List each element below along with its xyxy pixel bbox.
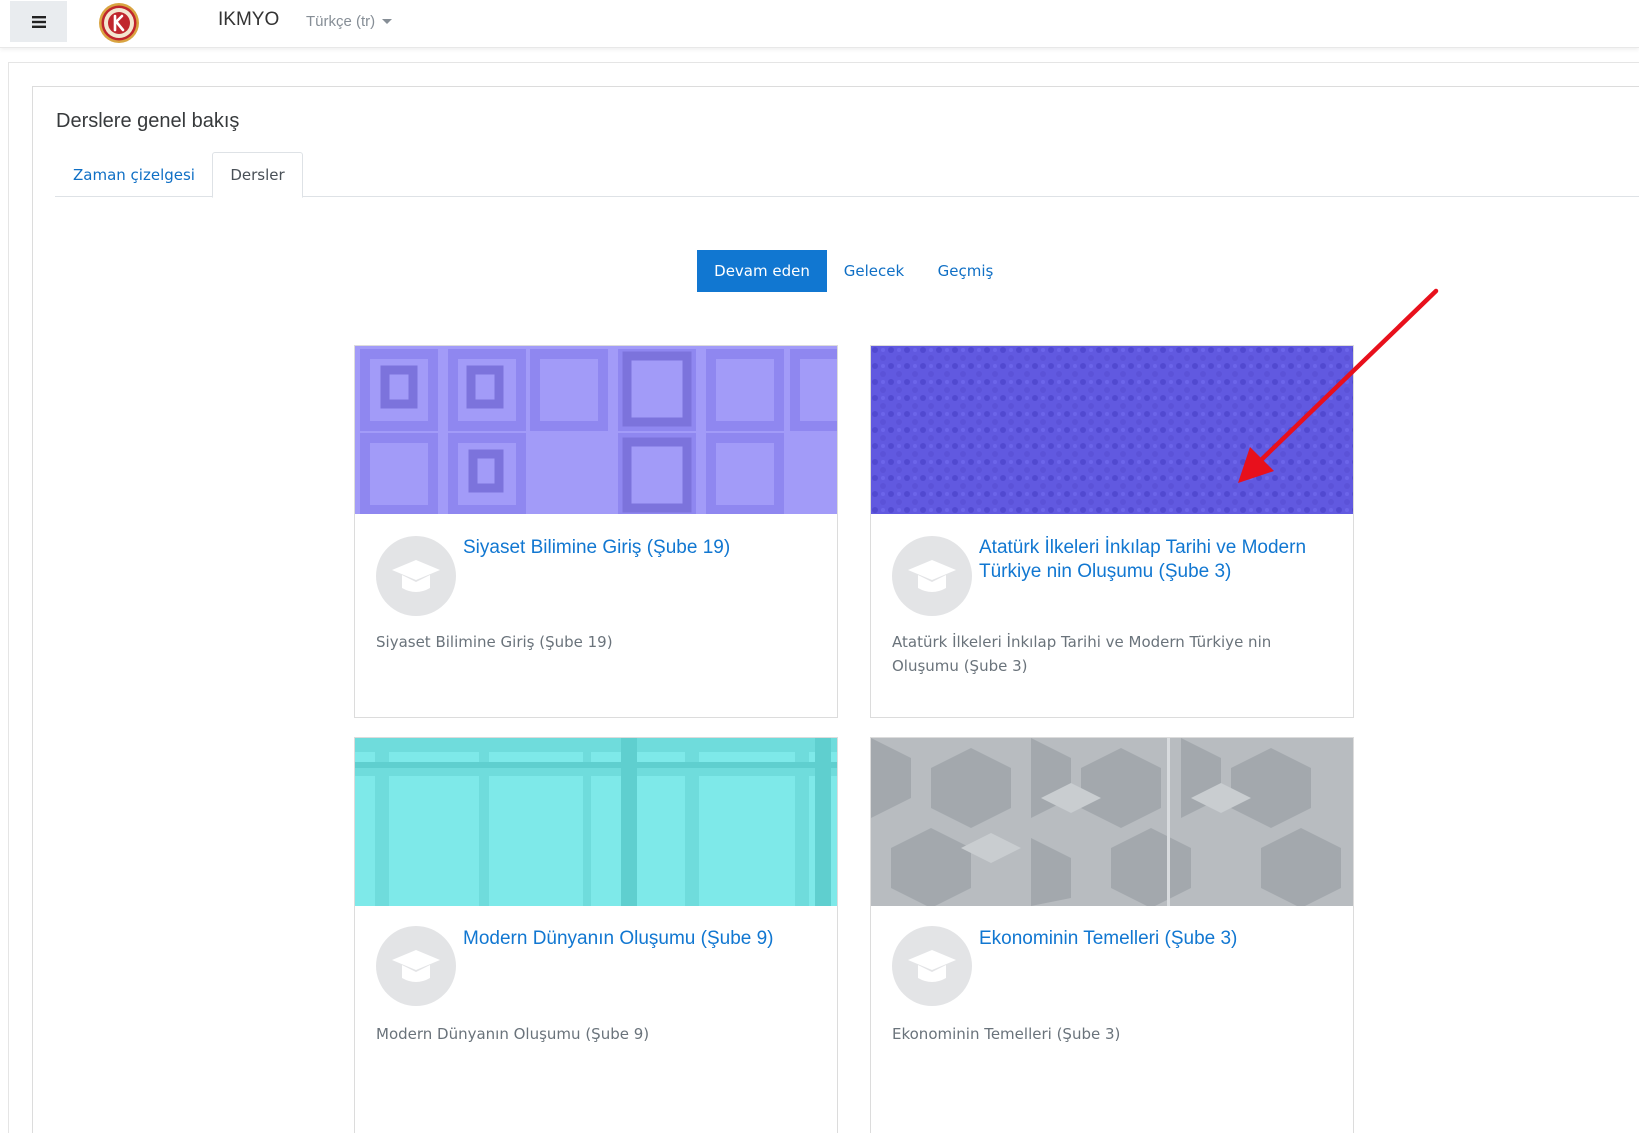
course-summary: Ekonominin Temelleri (Şube 3) (892, 1025, 1121, 1043)
course-name-link[interactable]: Ekonominin Temelleri (Şube 3) (979, 927, 1333, 951)
course-card: Atatürk İlkeleri İnkılap Tarihi ve Moder… (870, 345, 1354, 718)
course-card: Modern Dünyanın Oluşumu (Şube 9) Modern … (354, 737, 838, 1133)
course-avatar (892, 926, 972, 1006)
course-summary: Siyaset Bilimine Giriş (Şube 19) (376, 633, 613, 651)
caret-down-icon (382, 19, 393, 24)
course-summary: Atatürk İlkeleri İnkılap Tarihi ve Moder… (892, 633, 1272, 675)
graduation-cap-icon (908, 950, 956, 982)
graduation-cap-icon (908, 560, 956, 592)
language-menu[interactable]: Türkçe (tr) (306, 13, 393, 30)
course-name-link[interactable]: Modern Dünyanın Oluşumu (Şube 9) (463, 927, 817, 951)
course-name-link[interactable]: Siyaset Bilimine Giriş (Şube 19) (463, 536, 817, 560)
course-avatar (892, 536, 972, 616)
tab-courses[interactable]: Dersler (212, 152, 303, 198)
graduation-cap-icon (392, 950, 440, 982)
site-name-link[interactable]: IKMYO (218, 9, 279, 31)
filter-past-link[interactable]: Geçmiş (928, 250, 1003, 292)
course-banner-image[interactable] (871, 346, 1353, 514)
course-card: Ekonominin Temelleri (Şube 3) Ekonominin… (870, 737, 1354, 1133)
course-card: Siyaset Bilimine Giriş (Şube 19) Siyaset… (354, 345, 838, 718)
course-banner-image[interactable] (355, 346, 837, 514)
course-name-link[interactable]: Atatürk İlkeleri İnkılap Tarihi ve Moder… (979, 536, 1333, 584)
top-navbar: IKMYO Türkçe (tr) (0, 0, 1639, 48)
language-label: Türkçe (tr) (306, 13, 376, 30)
tab-timeline[interactable]: Zaman çizelgesi (55, 152, 213, 197)
course-summary: Modern Dünyanın Oluşumu (Şube 9) (376, 1025, 650, 1043)
hamburger-menu-button[interactable] (10, 1, 67, 42)
filter-in-progress-button[interactable]: Devam eden (697, 250, 827, 292)
course-banner-image[interactable] (355, 738, 837, 906)
block-title: Derslere genel bakış (56, 110, 240, 132)
hamburger-icon (31, 15, 46, 28)
course-avatar (376, 536, 456, 616)
overview-tabs: Zaman çizelgesi Dersler (55, 152, 1639, 198)
institution-seal-icon[interactable] (98, 2, 140, 44)
filter-future-link[interactable]: Gelecek (836, 250, 912, 292)
graduation-cap-icon (392, 560, 440, 592)
course-banner-image[interactable] (871, 738, 1353, 906)
course-avatar (376, 926, 456, 1006)
